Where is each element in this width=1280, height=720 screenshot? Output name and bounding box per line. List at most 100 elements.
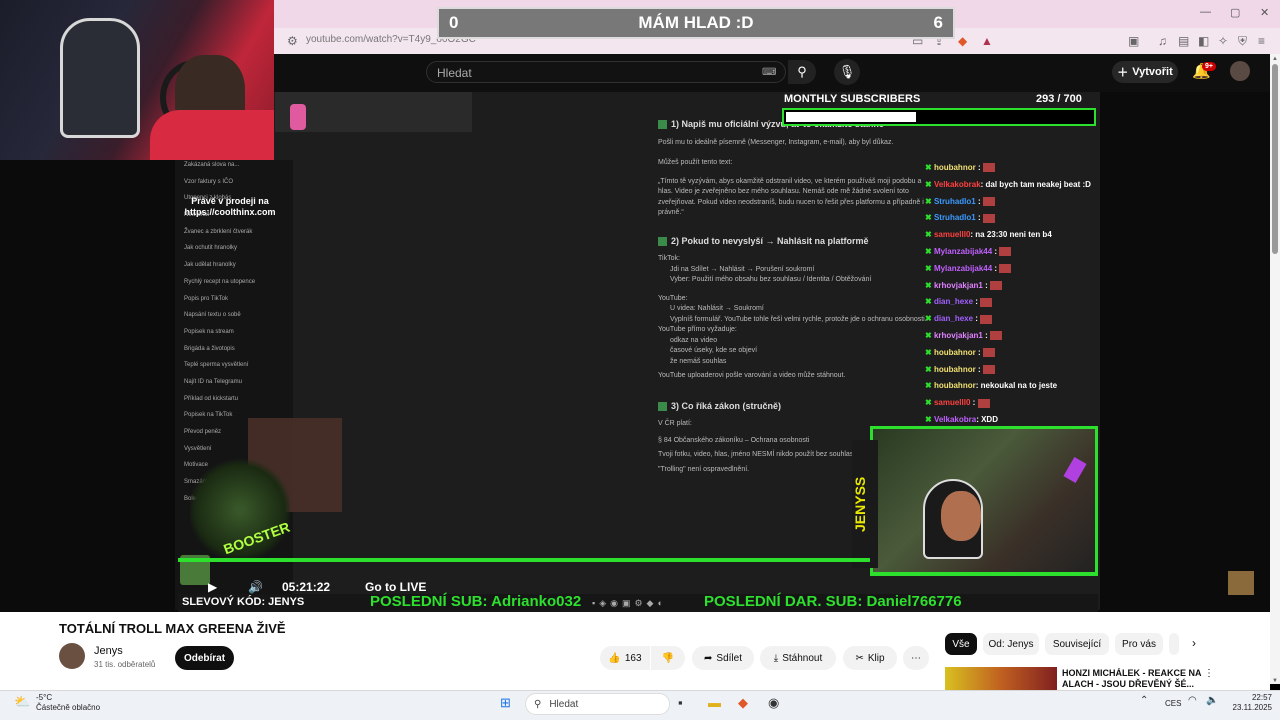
site-settings-icon[interactable]: ⚙ [287, 34, 298, 48]
start-icon[interactable]: ⊞ [500, 695, 511, 711]
chat-badge-icon: ✖ [925, 230, 934, 240]
minimize-icon[interactable]: — [1200, 6, 1211, 18]
sidebar-history-item[interactable]: Napsání textu o sobě [184, 312, 289, 329]
wallet-icon[interactable]: ◧ [1198, 34, 1209, 48]
screen: — ▢ ✕ ⚙ youtube.com/watch?v=T4y9_o6O2GC … [0, 0, 1280, 720]
streamer-face [941, 491, 981, 541]
chat-message: ✖ samuelll0 : [925, 395, 1100, 412]
chat-username: dian_hexe [933, 314, 974, 324]
sidebar-history-item[interactable]: Brigáda a životopis [184, 346, 289, 363]
dislike-button[interactable]: 👎 [651, 646, 685, 670]
chip-related[interactable]: Související [1045, 633, 1109, 655]
sidebar-history-item[interactable]: Příklad od kickstartu [184, 396, 289, 413]
chat-badge-icon: ✖ [925, 263, 934, 273]
wifi-icon[interactable]: ◠ [1188, 695, 1197, 706]
chat-separator: : [992, 263, 1000, 273]
share-button[interactable]: ➦ Sdílet [692, 646, 754, 670]
kebab-menu-icon[interactable]: ⋮ [1204, 668, 1214, 679]
music-icon[interactable]: ♫ [1158, 34, 1167, 48]
maximize-icon[interactable]: ▢ [1230, 6, 1240, 19]
emote-icon [980, 314, 993, 324]
menu-icon[interactable]: ≡ [1258, 34, 1265, 48]
chat-badge-icon: ✖ [925, 314, 934, 324]
speaker-icon[interactable]: 🔈 [1206, 695, 1218, 706]
chat-message: ✖ dian_hexe : [925, 294, 1100, 311]
scroll-up-icon[interactable]: ▲ [1272, 56, 1278, 62]
recommended-title[interactable]: HONZI MICHÁLEK - REAKCE NA ALACH - JSOU … [1062, 668, 1202, 690]
clip-button[interactable]: ✂ Klip [843, 646, 897, 670]
chat-username: Velkakobrak [933, 179, 981, 189]
chat-message: ✖ Mylanzabijak44 : [925, 244, 1100, 261]
account-avatar[interactable] [1230, 61, 1250, 81]
sidebar-history-item[interactable]: Jak ochutit hranolky [184, 245, 289, 262]
weather-widget[interactable]: -5°C Částečně oblačno [36, 693, 100, 713]
microphone-icon[interactable]: 🎙 [834, 59, 860, 85]
chat-username: houbahnor [933, 347, 976, 357]
chip-all[interactable]: Vše [945, 633, 977, 655]
brave-shield-icon[interactable]: ◆ [958, 34, 967, 48]
ai-icon[interactable]: ✧ [1218, 34, 1228, 48]
chip-from-channel[interactable]: Od: Jenys [983, 633, 1039, 655]
chat-message: ✖ Struhadlo1 : [925, 194, 1100, 211]
sidebar-history-item[interactable]: Jak udělat hranolky [184, 262, 289, 279]
rewards-icon[interactable]: ▲ [981, 34, 993, 48]
emote-icon [980, 297, 993, 307]
like-button[interactable]: 👍 163 [600, 646, 650, 670]
volume-icon[interactable]: 🔊 [248, 580, 263, 594]
search-input[interactable]: Hledat [426, 61, 786, 83]
keyboard-icon[interactable]: ⌨ [762, 67, 776, 78]
chat-username: krhovjakjan1 [933, 280, 983, 290]
chat-message: ✖ houbahnor : [925, 160, 1100, 177]
chat-badge-icon: ✖ [925, 246, 934, 256]
sidebar-history-item[interactable]: Teplé sperma vysvětlení [184, 362, 289, 379]
app-icon[interactable]: ◉ [768, 695, 779, 711]
weather-icon[interactable]: ⛅ [14, 694, 30, 710]
sidebar-history-item[interactable]: Zakázaná slova na... [184, 162, 289, 179]
sidebar-history-item[interactable]: Rychlý recept na utopence [184, 279, 289, 296]
go-live-button[interactable]: Go to LIVE [365, 580, 426, 594]
channel-avatar[interactable] [59, 643, 85, 669]
search-icon[interactable]: ⚲ [788, 60, 816, 84]
score-title: MÁM HLAD :D [638, 13, 754, 32]
chat-separator: : [973, 297, 981, 307]
recommended-thumbnail[interactable] [945, 667, 1057, 690]
sidebar-history-item[interactable]: Vzor faktury s IČO [184, 179, 289, 196]
create-button[interactable]: ＋ Vytvořit [1112, 61, 1178, 83]
sidebar-history-item[interactable]: Najít ID na Telegramu [184, 379, 289, 396]
chat-username: Velkakobra [933, 414, 977, 424]
more-actions-button[interactable]: ⋯ [903, 646, 929, 670]
taskbar-search[interactable]: ⚲ Hledat [525, 693, 670, 715]
file-explorer-icon[interactable]: ▬ [708, 695, 721, 710]
reading-icon[interactable]: ▤ [1178, 34, 1189, 48]
chip-for-you[interactable]: Pro vás [1115, 633, 1163, 655]
scroll-down-icon[interactable]: ▼ [1272, 678, 1278, 684]
language-indicator[interactable]: CES [1165, 699, 1181, 708]
monthly-subs-label: MONTHLY SUBSCRIBERS [784, 93, 921, 105]
vpn-icon[interactable]: ⛨ [1238, 34, 1247, 49]
chevron-right-icon[interactable]: › [1192, 636, 1196, 650]
doc-tiktok2: Vyber: Použití mého obsahu bez souhlasu … [670, 276, 872, 283]
download-button[interactable]: ⤓ Stáhnout [760, 646, 836, 670]
emote-icon [989, 331, 1002, 341]
scrollbar-thumb[interactable] [1272, 64, 1278, 254]
chat-separator: : [992, 246, 1000, 256]
tray-chevron-icon[interactable]: ⌃ [1140, 695, 1148, 706]
sidebar-history-item[interactable]: Popisek na stream [184, 329, 289, 346]
channel-name[interactable]: Jenys [94, 645, 123, 657]
streamer-name: JENYSS [852, 440, 878, 568]
chat-separator: : [970, 398, 978, 408]
doc-quote: „Tímto tě vyzývám, abys okamžitě odstran… [658, 177, 924, 217]
brave-browser-icon[interactable]: ◆ [738, 695, 748, 711]
chip-partial[interactable] [1169, 633, 1179, 655]
chat-message: ✖ houbahnor : [925, 362, 1100, 379]
discount-code: SLEVOVÝ KÓD: JENYS [182, 596, 305, 608]
task-view-icon[interactable]: ▪ [678, 695, 683, 710]
system-clock[interactable]: 22:57 23.11.2025 [1220, 693, 1272, 713]
sidebar-history-item[interactable]: Žvanec a zbrklení čtverák [184, 229, 289, 246]
close-icon[interactable]: ✕ [1260, 6, 1269, 19]
subscribe-button[interactable]: Odebírat [175, 646, 234, 670]
chat-message: ✖ Mylanzabijak44 : [925, 261, 1100, 278]
sidebar-history-item[interactable]: Popis pro TikTok [184, 296, 289, 313]
play-icon[interactable]: ▶ [208, 580, 217, 594]
sidebar-icon[interactable]: ▣ [1128, 34, 1139, 48]
